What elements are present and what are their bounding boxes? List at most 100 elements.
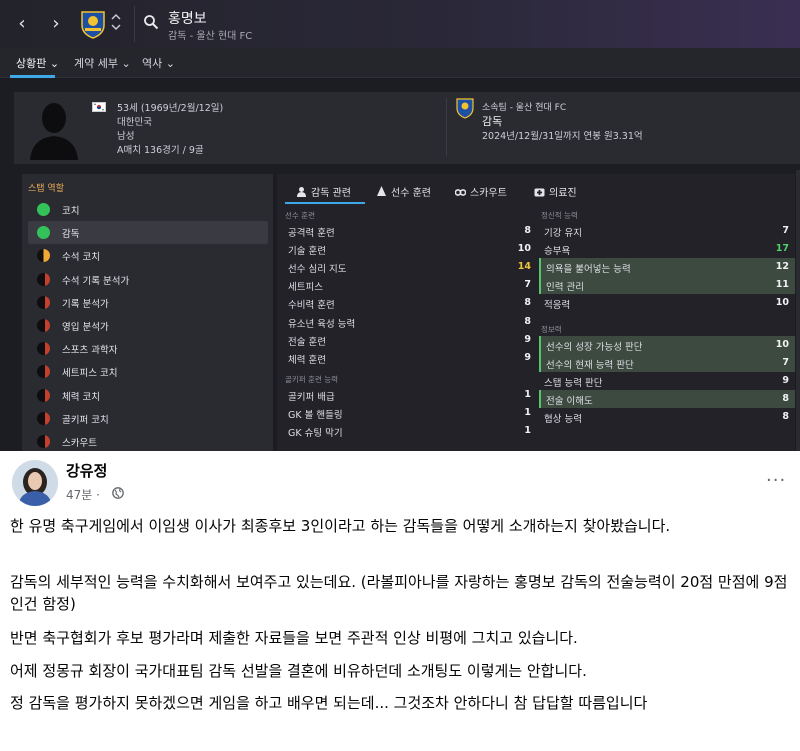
attribute-value: 1 <box>524 407 531 419</box>
post-paragraph: 정 감독을 평가하지 못하겠으면 게임을 하고 배우면 되는데... 그것조차 … <box>10 694 648 712</box>
contract-info: 2024년/12월/31일까지 연봉 원3.31억 <box>482 131 643 142</box>
post-paragraph: 반면 축구협회가 후보 평가라며 제출한 자료들을 보면 주관적 인상 비평에 … <box>10 629 578 647</box>
staff-role-row[interactable]: 골키퍼 코치 <box>28 407 268 430</box>
attribute-label: 기강 유지 <box>544 228 582 239</box>
divider <box>446 98 447 156</box>
staff-role-row[interactable]: 기록 분석가 <box>28 291 268 314</box>
medical-kit-icon <box>534 188 545 197</box>
attribute-row[interactable]: 선수의 현재 능력 판단 7 <box>539 354 795 373</box>
tab-contract[interactable]: 계약 세부 ⌄ <box>74 55 131 71</box>
attribute-row[interactable]: 승부욕 17 <box>539 240 795 258</box>
forward-button[interactable]: › <box>46 12 66 36</box>
manager-gender: 남성 <box>117 131 135 142</box>
attribute-row[interactable]: 유소년 육성 능력 8 <box>283 313 537 331</box>
attribute-row[interactable]: 적응력 10 <box>539 294 795 312</box>
staff-role-label: 스포츠 과학자 <box>62 345 118 357</box>
binoculars-icon <box>455 189 466 196</box>
attribute-value: 7 <box>782 225 789 236</box>
attribute-value: 8 <box>524 315 531 327</box>
attribute-row[interactable]: 기강 유지 7 <box>539 222 795 240</box>
post-time[interactable]: 47분 · <box>66 486 100 503</box>
tab-overview[interactable]: 상황판 ⌄ <box>16 55 59 71</box>
staff-role-row[interactable]: 영입 분석가 <box>28 314 268 337</box>
tab-scouting[interactable]: 스카우트 <box>455 184 507 199</box>
attribute-row[interactable]: GK 슈팅 막기 1 <box>283 422 537 440</box>
attribute-label: GK 슈팅 막기 <box>288 428 343 440</box>
coaching-header: 선수 훈련 <box>285 211 315 220</box>
attribute-value: 8 <box>782 411 789 423</box>
club-crest-icon <box>81 11 105 39</box>
avatar-photo-icon <box>12 460 58 506</box>
manager-nation[interactable]: 대한민국 <box>117 114 152 128</box>
staff-role-label: 영입 분석가 <box>62 322 109 333</box>
attribute-label: GK 볼 핸들링 <box>288 410 343 422</box>
attribute-label: 의욕을 불어넣는 능력 <box>546 264 631 276</box>
attribute-label: 스탭 능력 판단 <box>544 378 603 390</box>
attribute-row[interactable]: GK 볼 핸들링 1 <box>283 404 537 422</box>
attribute-value: 8 <box>782 393 789 405</box>
attribute-row[interactable]: 협상 능력 8 <box>539 408 795 426</box>
role-suitability-icon <box>37 365 50 379</box>
attribute-label: 공격력 훈련 <box>288 228 335 239</box>
manager-subtitle: 감독 - 울산 현대 FC <box>168 31 253 42</box>
role-suitability-icon <box>37 319 50 332</box>
staff-role-row[interactable]: 스포츠 과학자 <box>28 337 268 360</box>
staff-role-row[interactable]: 수석 기록 분석가 <box>28 268 268 291</box>
staff-role-row[interactable]: 코치 <box>28 198 268 221</box>
attribute-row[interactable]: 전술 훈련 9 <box>283 331 537 349</box>
attribute-row[interactable]: 스탭 능력 판단 9 <box>539 372 795 390</box>
attribute-row[interactable]: 인력 관리 11 <box>539 276 795 295</box>
staff-roles-title: 스탭 역할 <box>28 184 64 194</box>
staff-role-label: 감독 <box>62 229 80 241</box>
attribute-label: 선수 심리 지도 <box>288 264 347 276</box>
attribute-label: 골키퍼 배급 <box>288 392 335 403</box>
attribute-value: 14 <box>517 261 531 273</box>
attribute-label: 체력 훈련 <box>288 354 326 366</box>
staff-role-row[interactable]: 세트피스 코치 <box>28 360 268 383</box>
tab-medical[interactable]: 의료진 <box>534 184 577 199</box>
staff-role-row[interactable]: 감독 <box>28 221 268 245</box>
back-button[interactable]: ‹ <box>12 12 32 36</box>
attribute-label: 선수의 성장 가능성 판단 <box>546 342 643 353</box>
tab-manager-attributes[interactable]: 감독 관련 <box>296 184 351 199</box>
attribute-row[interactable]: 공격력 훈련 8 <box>283 222 537 240</box>
search-icon[interactable] <box>143 14 159 30</box>
role-suitability-icon <box>37 342 50 356</box>
tab-history[interactable]: 역사 ⌄ <box>142 55 175 71</box>
mental-header: 정신적 능력 <box>541 211 578 220</box>
role-suitability-icon <box>37 226 50 240</box>
more-options-button[interactable]: ··· <box>766 470 786 491</box>
staff-role-label: 골키퍼 코치 <box>62 414 109 426</box>
attribute-label: 세트피스 <box>288 282 323 294</box>
staff-role-label: 수석 기록 분석가 <box>62 275 130 287</box>
attribute-value: 9 <box>524 351 531 363</box>
staff-role-row[interactable]: 체력 코치 <box>28 384 268 407</box>
attribute-label: 유소년 육성 능력 <box>288 318 356 330</box>
attribute-label: 수비력 훈련 <box>288 300 335 312</box>
author-avatar[interactable] <box>12 460 58 506</box>
attribute-row[interactable]: 기술 훈련 10 <box>283 240 537 258</box>
attribute-row[interactable]: 수비력 훈련 8 <box>283 294 537 312</box>
post-author[interactable]: 강유정 <box>66 460 107 481</box>
role-suitability-icon <box>37 388 50 402</box>
attribute-row[interactable]: 체력 훈련 9 <box>283 349 537 367</box>
staff-role-row[interactable]: 스카우트 <box>28 430 268 451</box>
active-tab-indicator <box>285 202 365 204</box>
attribute-row[interactable]: 선수의 성장 가능성 판단 10 <box>539 336 795 354</box>
cone-icon <box>377 186 386 196</box>
attribute-row[interactable]: 전술 이해도 8 <box>539 390 795 409</box>
attribute-label: 승부욕 <box>544 246 571 258</box>
attribute-row[interactable]: 골키퍼 배급 1 <box>283 386 537 404</box>
staff-role-label: 코치 <box>62 206 80 217</box>
attribute-value: 10 <box>775 339 789 350</box>
club-switch-icon[interactable] <box>111 12 121 35</box>
tab-player-training[interactable]: 선수 훈련 <box>376 184 431 199</box>
attribute-row[interactable]: 세트피스 7 <box>283 276 537 294</box>
role-suitability-icon <box>37 203 50 216</box>
attribute-row[interactable]: 선수 심리 지도 14 <box>283 258 537 276</box>
attribute-label: 인력 관리 <box>546 282 584 294</box>
club-label[interactable]: 소속팀 - 울산 현대 FC <box>482 100 566 113</box>
attribute-row[interactable]: 의욕을 불어넣는 능력 12 <box>539 258 795 277</box>
staff-role-label: 스카우트 <box>62 438 97 449</box>
staff-role-row[interactable]: 수석 코치 <box>28 244 268 267</box>
